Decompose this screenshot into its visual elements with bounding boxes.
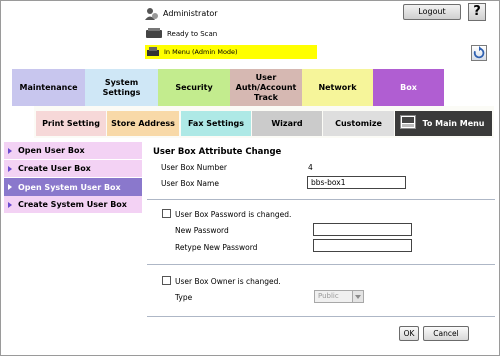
sidebar-item-label: Open User Box [18, 146, 85, 155]
arrow-right-icon [8, 148, 12, 154]
cancel-button[interactable]: Cancel [423, 326, 469, 341]
subtab-customize[interactable]: Customize [323, 111, 394, 136]
section-divider [147, 316, 495, 317]
owner-changed-checkbox[interactable] [162, 276, 171, 285]
sidebar-item-label: Create User Box [18, 164, 91, 173]
arrow-right-icon [8, 184, 12, 190]
new-password-label: New Password [175, 226, 229, 235]
tab-network[interactable]: Network [302, 69, 373, 106]
ok-button[interactable]: OK [399, 326, 419, 341]
scanner-status-icon [146, 28, 162, 38]
user-name-label: Administrator [163, 9, 218, 18]
help-button[interactable]: ? [468, 3, 486, 21]
owner-changed-label: User Box Owner is changed. [175, 277, 281, 286]
section-divider [147, 264, 495, 265]
subtab-fax-settings[interactable]: Fax Settings [181, 111, 251, 136]
tab-system-settings[interactable]: System Settings [85, 69, 158, 106]
page-title: User Box Attribute Change [153, 147, 282, 157]
tab-box[interactable]: Box [373, 69, 444, 106]
type-select[interactable]: Public [314, 290, 364, 303]
printer-mode-icon [147, 47, 159, 56]
refresh-button[interactable] [471, 45, 487, 61]
logout-button[interactable]: Logout [403, 4, 461, 20]
tab-security[interactable]: Security [158, 69, 230, 106]
sidebar-item-open-system-user-box[interactable]: Open System User Box [4, 178, 142, 196]
web-connection-window: Administrator Logout ? Ready to Scan In … [0, 0, 500, 356]
subtab-print-setting[interactable]: Print Setting [36, 111, 106, 136]
sidebar-item-label: Create System User Box [18, 200, 127, 209]
box-name-label: User Box Name [161, 179, 219, 188]
device-status-text: Ready to Scan [167, 30, 218, 38]
type-select-value: Public [318, 292, 339, 300]
sidebar-item-create-user-box[interactable]: Create User Box [4, 160, 142, 178]
mode-status-text: In Menu (Admin Mode) [164, 48, 238, 56]
retype-password-label: Retype New Password [175, 243, 258, 252]
refresh-icon [473, 46, 485, 59]
password-changed-label: User Box Password is changed. [175, 210, 292, 219]
type-label: Type [175, 293, 193, 302]
retype-password-input[interactable] [313, 239, 412, 252]
tab-user-auth-account-track[interactable]: User Auth/Account Track [230, 69, 302, 106]
administrator-icon [145, 8, 158, 20]
arrow-right-icon [8, 202, 12, 208]
subtab-wizard[interactable]: Wizard [252, 111, 322, 136]
box-number-label: User Box Number [161, 163, 227, 172]
sidebar-item-create-system-user-box[interactable]: Create System User Box [4, 196, 142, 214]
sidebar-item-label: Open System User Box [18, 182, 121, 192]
sidebar-item-open-user-box[interactable]: Open User Box [4, 142, 142, 160]
box-name-input[interactable]: bbs-box1 [307, 176, 406, 189]
arrow-right-icon [8, 166, 12, 172]
box-number-value: 4 [308, 163, 313, 172]
password-changed-checkbox[interactable] [162, 209, 171, 218]
section-divider [147, 199, 495, 200]
tab-maintenance[interactable]: Maintenance [12, 69, 85, 106]
subtab-store-address[interactable]: Store Address [107, 111, 179, 136]
new-password-input[interactable] [313, 223, 412, 236]
main-menu-icon [400, 115, 416, 129]
chevron-down-icon [352, 291, 363, 302]
